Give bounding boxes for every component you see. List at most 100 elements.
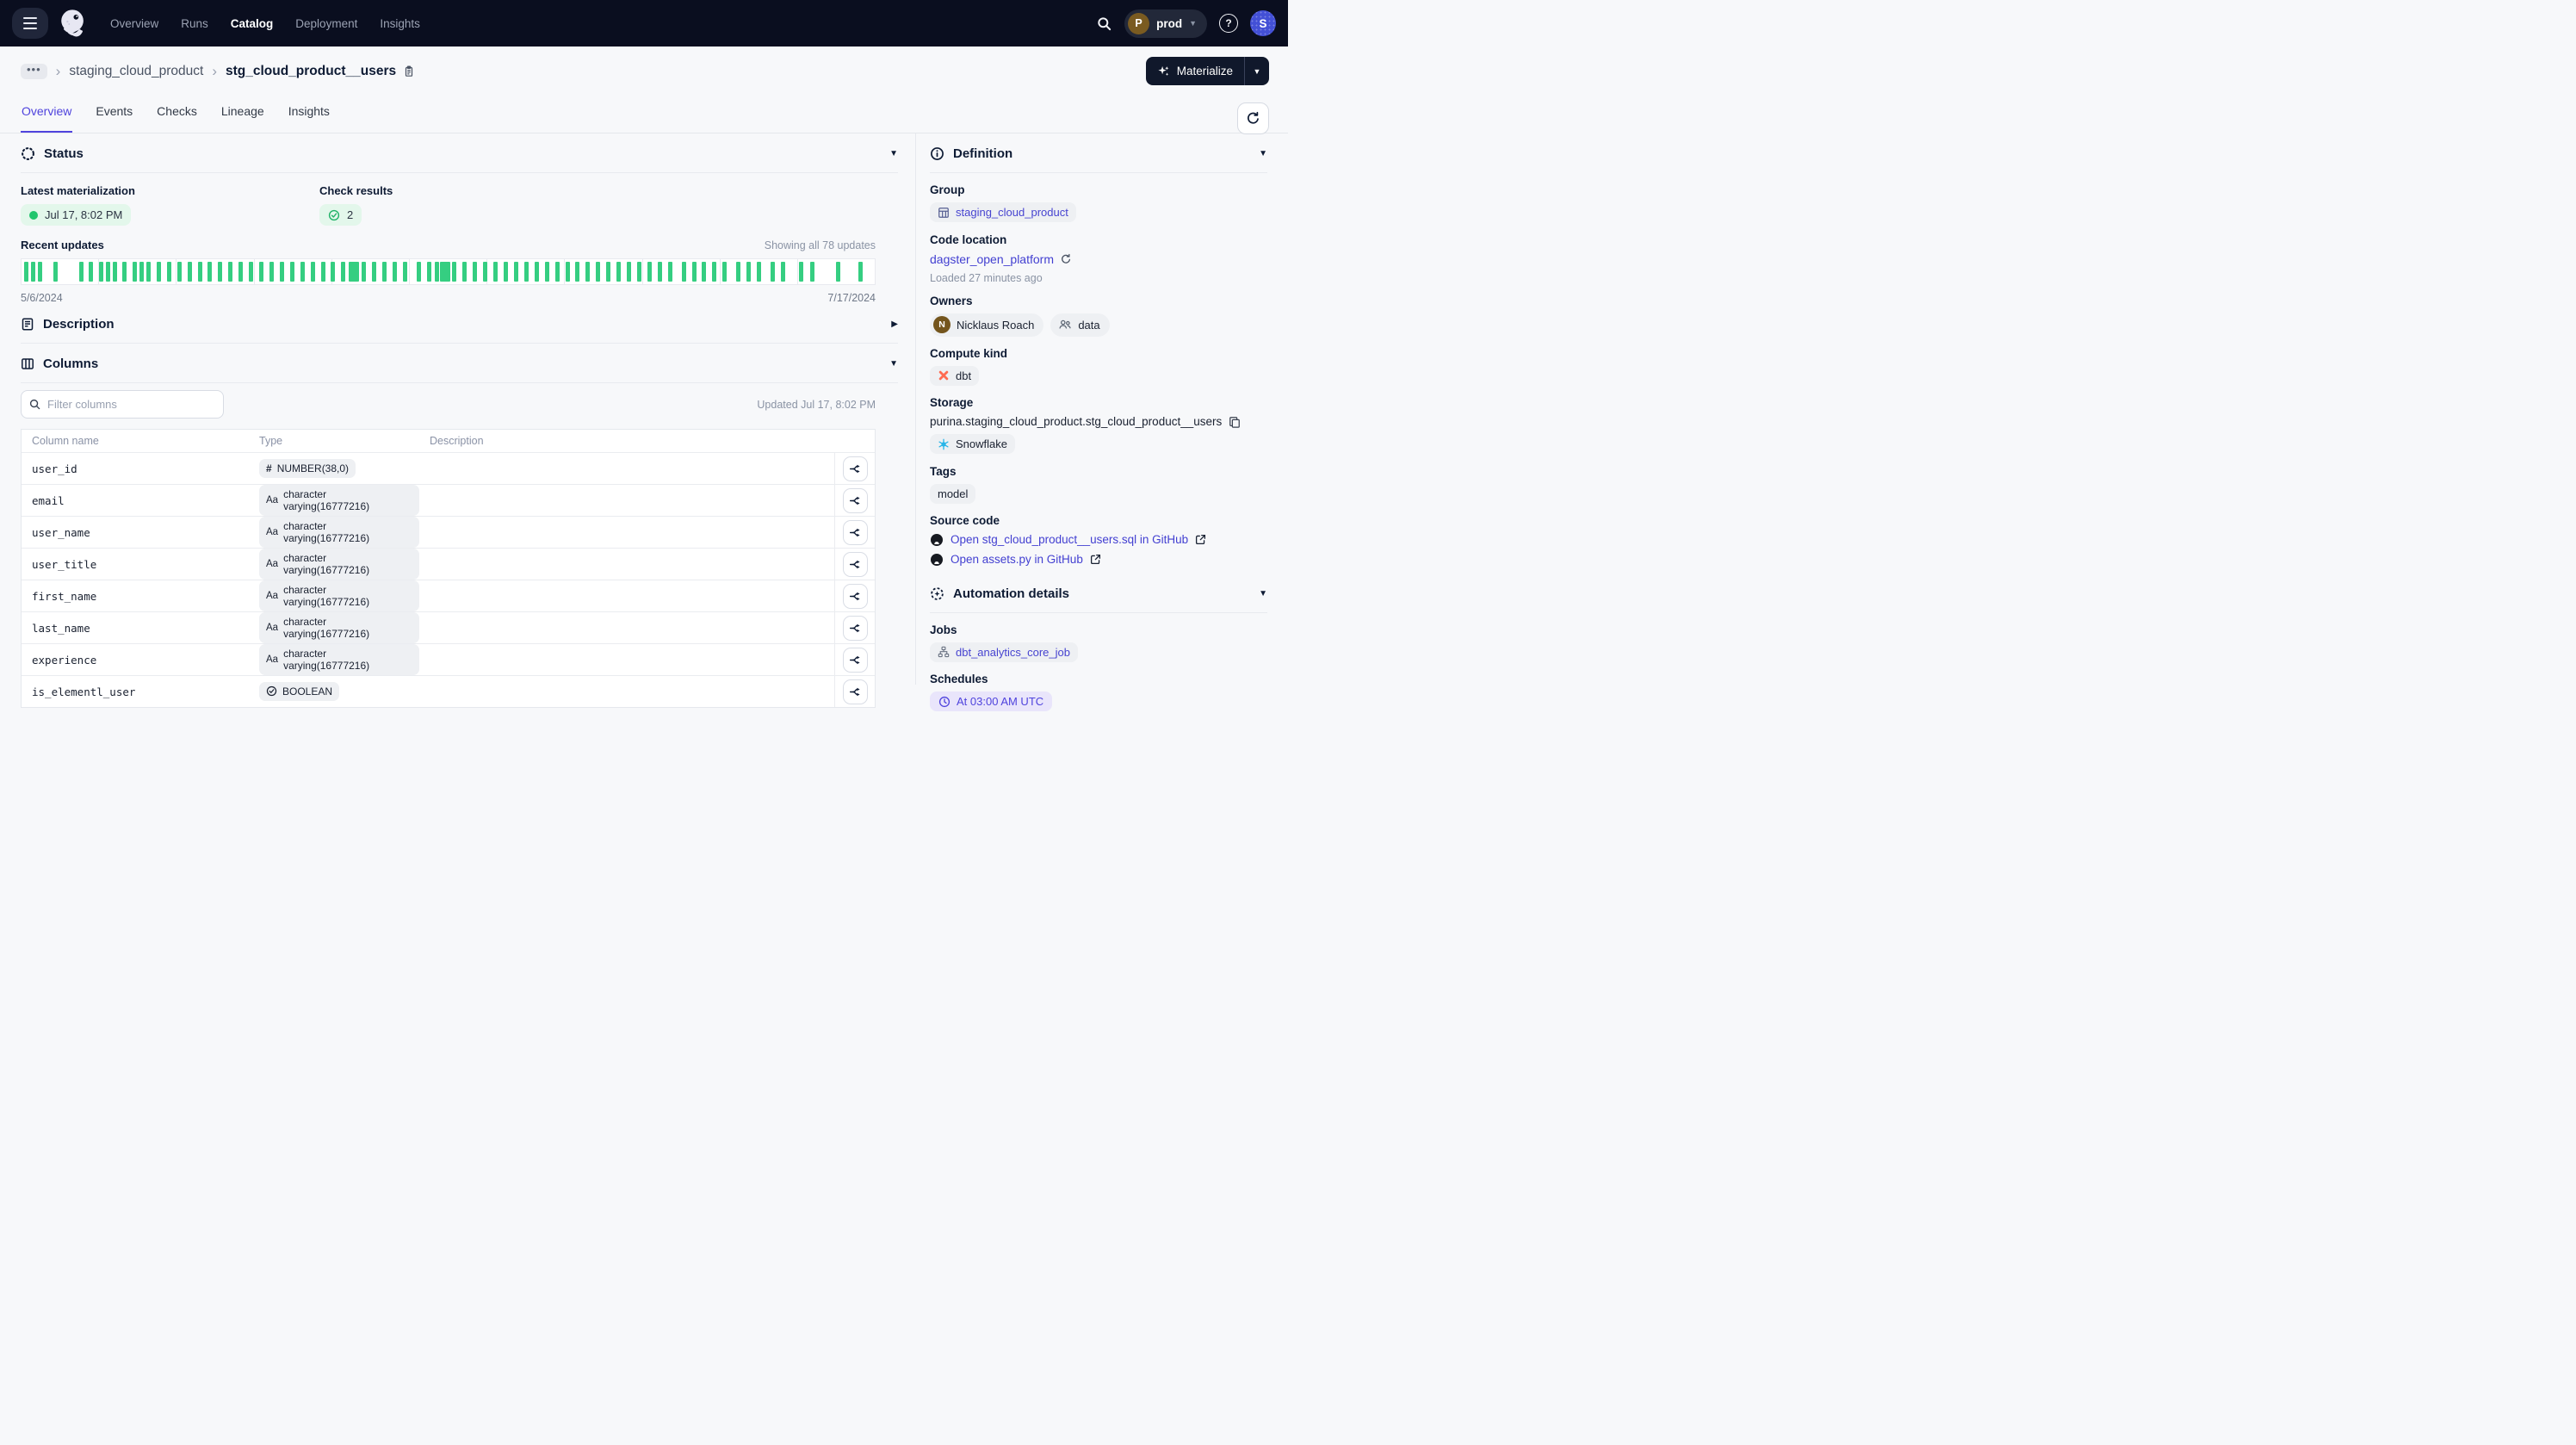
tag-pill[interactable]: model [930,484,975,504]
column-type: BOOLEAN [249,682,419,702]
green-dot-icon [29,211,38,220]
info-circle-icon [930,146,944,161]
hamburger-menu-button[interactable] [12,8,48,39]
update-bar [575,262,579,282]
update-bar [311,262,315,282]
owners-label: Owners [930,295,1267,307]
breadcrumb-group-link[interactable]: staging_cloud_product [69,64,203,79]
tab-insights[interactable]: Insights [288,96,331,133]
tab-checks[interactable]: Checks [156,96,198,133]
caret-down-icon[interactable]: ▼ [1259,589,1267,598]
header-description: Description [419,435,834,447]
group-pill[interactable]: staging_cloud_product [930,202,1076,222]
update-bar [177,262,182,282]
owner-pill-team[interactable]: data [1050,313,1109,337]
update-bar [427,262,431,282]
tags-label: Tags [930,465,1267,478]
materialize-options-caret[interactable]: ▼ [1245,57,1269,85]
filter-columns-input[interactable] [21,390,224,419]
check-circle-icon [328,209,340,221]
column-name: first_name [22,590,249,603]
nav-item-deployment[interactable]: Deployment [295,17,357,30]
update-bar [188,262,192,282]
caret-down-icon[interactable]: ▼ [1259,149,1267,158]
latest-materialization-pill[interactable]: Jul 17, 8:02 PM [21,204,131,226]
compute-kind-pill[interactable]: dbt [930,366,979,386]
update-bar [585,262,590,282]
copy-icon[interactable] [1229,416,1241,428]
definition-section-header: Definition ▼ [930,133,1267,172]
content-area: Status ▼ Latest materialization Jul 17, … [0,133,1288,685]
nav-item-catalog[interactable]: Catalog [231,17,274,30]
divider [21,382,898,383]
text-type-icon: Aa [266,527,278,537]
nav-item-insights[interactable]: Insights [380,17,420,30]
job-pill[interactable]: dbt_analytics_core_job [930,642,1078,662]
caret-down-icon[interactable]: ▼ [889,149,898,158]
source-link-row: Open assets.py in GitHub [930,553,1267,567]
column-lineage-button[interactable] [843,552,868,577]
text-type-icon: Aa [266,654,278,665]
help-icon[interactable]: ? [1219,14,1238,33]
divider [930,172,1267,173]
tab-events[interactable]: Events [95,96,133,133]
reload-icon[interactable] [1060,253,1072,265]
update-bar [113,262,117,282]
tab-lineage[interactable]: Lineage [220,96,265,133]
update-bar [810,262,814,282]
materialize-button[interactable]: Materialize ▼ [1146,57,1269,85]
table-row: emailAacharacter varying(16777216) [22,484,875,516]
column-type: Aacharacter varying(16777216) [249,485,419,516]
section-title: Status [44,146,84,161]
column-name: user_name [22,526,249,539]
external-link-icon[interactable] [1195,534,1206,545]
update-bar [321,262,325,282]
recent-updates-chart[interactable] [21,258,876,285]
nav-item-overview[interactable]: Overview [110,17,158,30]
column-lineage-button[interactable] [843,648,868,673]
update-bar [440,262,450,282]
update-bar [403,262,407,282]
refresh-button[interactable] [1237,102,1269,134]
external-link-icon[interactable] [1090,554,1101,565]
user-avatar[interactable]: S [1250,10,1276,36]
column-name: experience [22,654,249,667]
column-lineage-button[interactable] [843,456,868,481]
start-date: 5/6/2024 [21,292,63,304]
recent-updates-summary: Showing all 78 updates [765,239,876,251]
tab-overview[interactable]: Overview [21,96,72,133]
column-lineage-button[interactable] [843,679,868,704]
source-code-link[interactable]: Open stg_cloud_product__users.sql in Git… [951,533,1188,546]
owner-pill-user[interactable]: N Nicklaus Roach [930,313,1043,337]
refresh-icon [1246,111,1260,126]
schedule-pill[interactable]: At 03:00 AM UTC [930,691,1052,711]
copy-icon[interactable] [403,65,415,78]
column-lineage-button[interactable] [843,520,868,545]
environment-switcher[interactable]: P prod ▼ [1124,9,1207,38]
updates-bars [21,258,876,285]
column-actions [834,517,875,548]
breadcrumb-ellipsis-button[interactable]: ••• [21,64,47,79]
update-bar [53,262,58,282]
code-location-link[interactable]: dagster_open_platform [930,252,1072,266]
caret-right-icon[interactable]: ▶ [891,319,898,329]
update-bar [514,262,518,282]
column-type: Aacharacter varying(16777216) [249,517,419,548]
update-bar [616,262,621,282]
update-bar [771,262,775,282]
column-lineage-button[interactable] [843,488,868,513]
status-section-header: Status ▼ [21,133,898,172]
check-results-pill[interactable]: 2 [319,204,362,226]
search-icon[interactable] [1096,16,1112,32]
column-lineage-button[interactable] [843,616,868,641]
update-bar [300,262,305,282]
nav-item-runs[interactable]: Runs [181,17,208,30]
column-lineage-button[interactable] [843,584,868,609]
caret-down-icon[interactable]: ▼ [889,359,898,369]
dagster-logo-icon[interactable] [57,7,90,40]
column-actions [834,549,875,580]
storage-kind-pill[interactable]: Snowflake [930,434,1015,454]
source-code-link[interactable]: Open assets.py in GitHub [951,553,1083,566]
search-icon [28,398,41,411]
text-type-icon: Aa [266,559,278,569]
